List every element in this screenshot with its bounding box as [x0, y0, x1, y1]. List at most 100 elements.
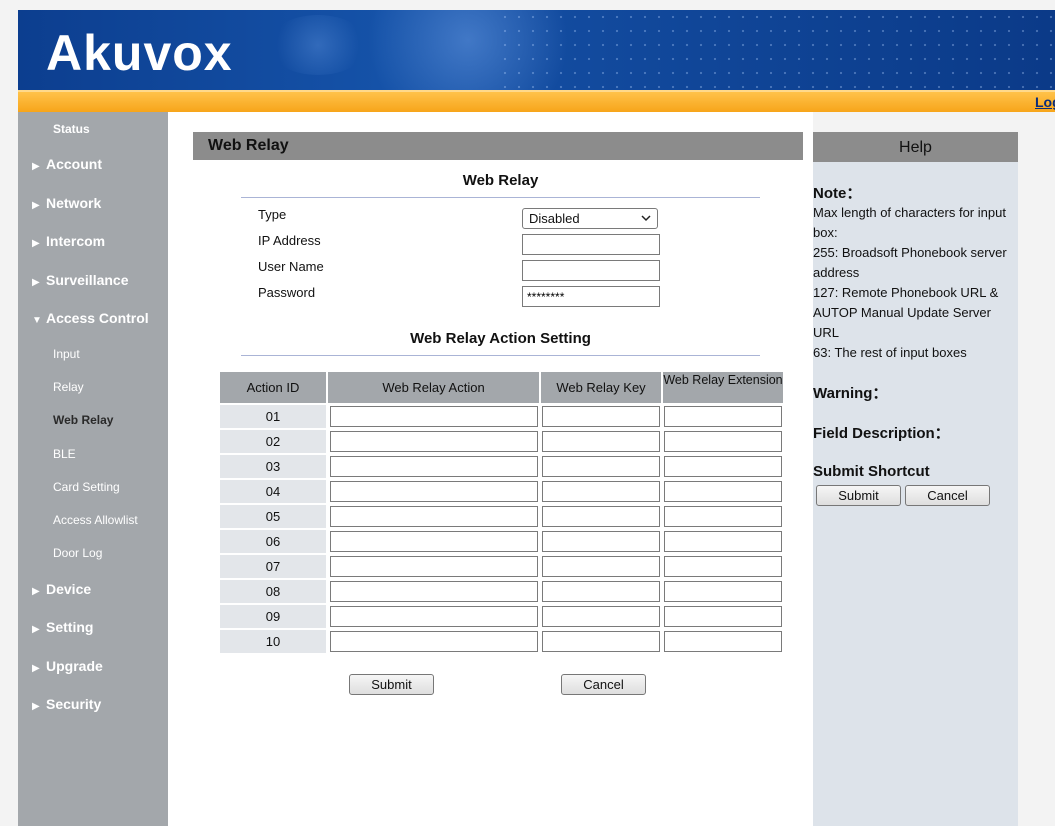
- sidebar-subitem-card-setting[interactable]: Card Setting: [18, 480, 168, 494]
- web-relay-action-input[interactable]: [330, 456, 538, 477]
- web-relay-action-input[interactable]: [330, 556, 538, 577]
- type-select[interactable]: Disabled: [522, 208, 658, 229]
- sidebar-item-label: Device: [46, 581, 92, 597]
- help-panel: Help Note： Max length of characters for …: [813, 132, 1018, 826]
- web-relay-extension-input[interactable]: [664, 531, 782, 552]
- web-relay-key-input[interactable]: [542, 406, 660, 427]
- collapsed-arrow-icon: ▶: [32, 277, 40, 288]
- web-relay-key-input[interactable]: [542, 606, 660, 627]
- web-relay-extension-input[interactable]: [664, 456, 782, 477]
- help-field-description-title: Field Description：: [813, 425, 950, 442]
- collapsed-arrow-icon: ▶: [32, 663, 40, 674]
- sidebar-item-label: Security: [46, 696, 102, 712]
- main-content: Web Relay Web Relay Type Disabled IP Add…: [168, 112, 813, 826]
- action-id-cell: 03: [220, 455, 326, 478]
- ip-address-label: IP Address: [258, 233, 321, 248]
- web-relay-extension-input[interactable]: [664, 606, 782, 627]
- web-relay-extension-input[interactable]: [664, 506, 782, 527]
- action-id-cell: 08: [220, 580, 326, 603]
- web-relay-extension-input[interactable]: [664, 631, 782, 652]
- collapsed-arrow-icon: ▶: [32, 238, 40, 249]
- sidebar-item-label: Upgrade: [46, 658, 103, 674]
- web-relay-extension-input[interactable]: [664, 556, 782, 577]
- sidebar-item-surveillance[interactable]: ▶ Surveillance: [18, 272, 168, 288]
- web-relay-action-input[interactable]: [330, 406, 538, 427]
- help-note-line: Max length of characters for input box:: [813, 205, 1006, 240]
- web-relay-key-input[interactable]: [542, 431, 660, 452]
- collapsed-arrow-icon: ▶: [32, 586, 40, 597]
- help-note-line: 255: Broadsoft Phonebook server address: [813, 245, 1007, 280]
- action-id-cell: 06: [220, 530, 326, 553]
- sidebar-subitem-ble[interactable]: BLE: [18, 447, 168, 461]
- web-relay-action-input[interactable]: [330, 606, 538, 627]
- password-label: Password: [258, 285, 316, 300]
- action-id-cell: 10: [220, 630, 326, 653]
- shortcut-cancel-button[interactable]: Cancel: [905, 485, 990, 506]
- web-relay-extension-input[interactable]: [664, 431, 782, 452]
- sidebar-subitem-web-relay[interactable]: Web Relay: [18, 413, 168, 427]
- help-note-line: 63: The rest of input boxes: [813, 345, 967, 360]
- sidebar-item-intercom[interactable]: ▶ Intercom: [18, 233, 168, 249]
- orange-toolbar: Logout: [18, 90, 1055, 112]
- web-relay-key-input[interactable]: [542, 631, 660, 652]
- web-relay-key-input[interactable]: [542, 556, 660, 577]
- banner-dot-pattern: [498, 10, 1055, 90]
- sidebar-item-device[interactable]: ▶ Device: [18, 581, 168, 597]
- ip-address-input[interactable]: [522, 234, 660, 255]
- action-id-cell: 09: [220, 605, 326, 628]
- web-relay-action-input[interactable]: [330, 506, 538, 527]
- sidebar-item-network[interactable]: ▶ Network: [18, 195, 168, 211]
- cancel-button[interactable]: Cancel: [561, 674, 646, 695]
- sidebar-item-label: Intercom: [46, 233, 106, 249]
- collapsed-arrow-icon: ▶: [32, 161, 40, 172]
- web-relay-key-input[interactable]: [542, 456, 660, 477]
- expanded-arrow-icon: ▼: [32, 315, 42, 326]
- web-relay-extension-input[interactable]: [664, 481, 782, 502]
- sidebar-nav: Status ▶ Account ▶ Network ▶ Intercom ▶ Surv…: [18, 112, 168, 826]
- sidebar-item-upgrade[interactable]: ▶ Upgrade: [18, 658, 168, 674]
- web-relay-action-input[interactable]: [330, 631, 538, 652]
- sidebar-item-account[interactable]: ▶ Account: [18, 156, 168, 172]
- web-relay-key-input[interactable]: [542, 481, 660, 502]
- web-relay-action-input[interactable]: [330, 531, 538, 552]
- password-input[interactable]: [522, 286, 660, 307]
- action-id-cell: 01: [220, 405, 326, 428]
- sidebar-item-label: Access Control: [46, 310, 149, 326]
- sidebar-subitem-door-log[interactable]: Door Log: [18, 546, 168, 560]
- web-relay-action-input[interactable]: [330, 431, 538, 452]
- action-id-cell: 05: [220, 505, 326, 528]
- collapsed-arrow-icon: ▶: [32, 701, 40, 712]
- help-warning-title: Warning：: [813, 385, 888, 402]
- sidebar-item-label: Network: [46, 195, 102, 211]
- top-banner: Akuvox: [18, 10, 1055, 90]
- chevron-down-icon: [641, 211, 651, 228]
- sidebar-subitem-relay[interactable]: Relay: [18, 380, 168, 394]
- sidebar-subitem-access-allowlist[interactable]: Access Allowlist: [18, 513, 168, 527]
- sidebar-item-status[interactable]: Status: [18, 122, 168, 136]
- help-submit-shortcut-title: Submit Shortcut: [813, 463, 930, 480]
- shortcut-submit-button[interactable]: Submit: [816, 485, 901, 506]
- sidebar-item-label: Surveillance: [46, 272, 129, 288]
- web-relay-extension-input[interactable]: [664, 581, 782, 602]
- user-name-input[interactable]: [522, 260, 660, 281]
- web-relay-extension-input[interactable]: [664, 406, 782, 427]
- sidebar-item-access-control[interactable]: ▼ Access Control: [18, 310, 168, 326]
- web-relay-key-input[interactable]: [542, 531, 660, 552]
- web-relay-action-input[interactable]: [330, 581, 538, 602]
- submit-button[interactable]: Submit: [349, 674, 434, 695]
- web-relay-action-input[interactable]: [330, 481, 538, 502]
- web-relay-key-input[interactable]: [542, 506, 660, 527]
- sidebar-item-security[interactable]: ▶ Security: [18, 696, 168, 712]
- logout-link[interactable]: Logout: [1035, 94, 1055, 110]
- web-relay-key-input[interactable]: [542, 581, 660, 602]
- sidebar-item-setting[interactable]: ▶ Setting: [18, 619, 168, 635]
- sidebar-subitem-input[interactable]: Input: [18, 347, 168, 361]
- collapsed-arrow-icon: ▶: [32, 624, 40, 635]
- web-relay-section-title: Web Relay: [241, 172, 760, 198]
- page-title: Web Relay: [193, 132, 803, 160]
- action-id-cell: 07: [220, 555, 326, 578]
- user-name-label: User Name: [258, 259, 324, 274]
- action-setting-section-title: Web Relay Action Setting: [241, 330, 760, 356]
- col-header-web-relay-extension: Web Relay Extension: [663, 372, 783, 403]
- sidebar-item-label: Setting: [46, 619, 94, 635]
